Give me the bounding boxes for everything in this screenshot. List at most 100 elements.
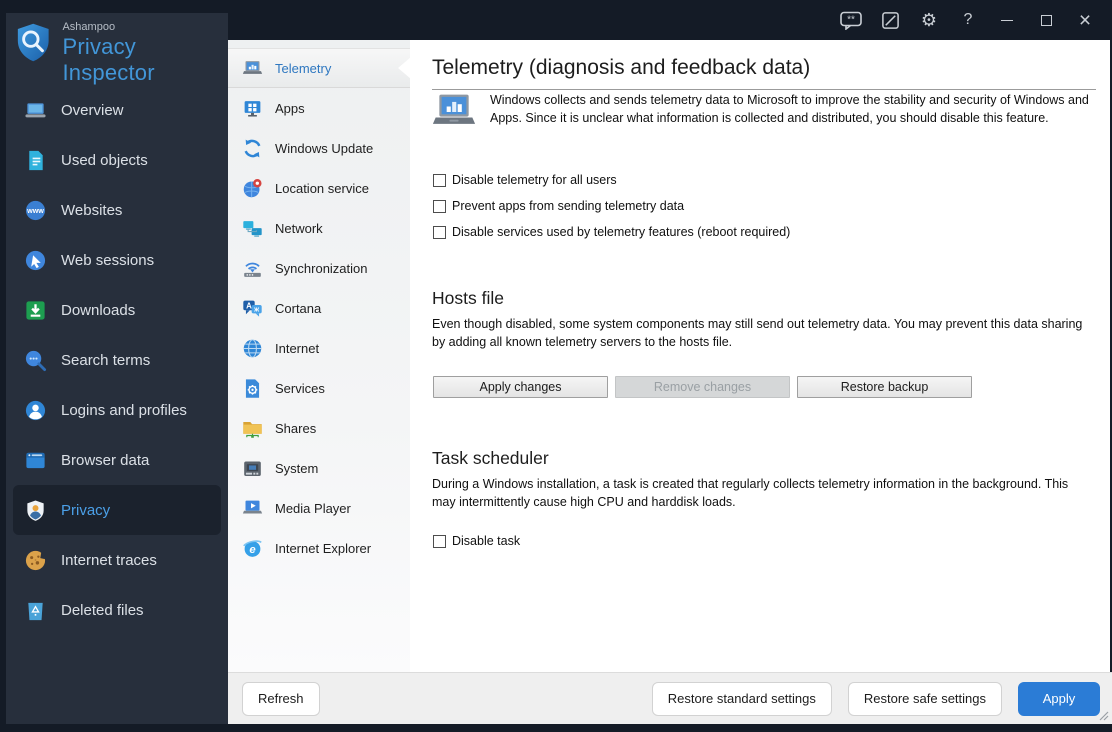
subnav-item-label: Services [275,380,325,396]
checkbox-label: Disable services used by telemetry featu… [452,225,791,239]
close-button[interactable]: × [1072,7,1098,33]
checkbox-disable-services[interactable]: Disable services used by telemetry featu… [433,225,790,239]
sidebar-item-privacy[interactable]: Privacy [13,485,221,535]
sidebar-item-browser-data[interactable]: Browser data [6,435,228,485]
hosts-file-heading: Hosts file [432,288,504,308]
apply-changes-button[interactable]: Apply changes [433,376,608,398]
globe-icon [243,338,262,358]
sidebar-item-used-objects[interactable]: Used objects [6,135,228,185]
checkbox-label: Disable task [452,534,521,548]
subnav-item-label: Windows Update [275,140,374,156]
restore-safe-settings-button[interactable]: Restore safe settings [847,681,1002,716]
subnav-item-label: Internet [275,340,320,356]
checkbox-prevent-apps[interactable]: Prevent apps from sending telemetry data [433,199,684,213]
sidebar-item-label: Websites [61,201,123,219]
document-icon [29,150,43,170]
download-icon [26,300,45,320]
task-scheduler-description: During a Windows installation, a task is… [432,477,1069,509]
subnav-item-system[interactable]: System [228,448,410,488]
resize-grip[interactable] [1099,711,1109,721]
subnav-item-label: Apps [275,100,305,116]
checkbox-disable-telemetry[interactable]: Disable telemetry for all users [433,173,617,187]
sidebar-item-label: Search terms [61,351,151,369]
notes-icon[interactable] [877,7,903,33]
subnav-item-label: Internet Explorer [275,540,372,556]
sidebar-item-deleted-files[interactable]: Deleted files [6,585,228,635]
sidebar-item-logins-profiles[interactable]: Logins and profiles [6,385,228,435]
www-globe-icon: www [25,200,46,220]
sidebar-item-web-sessions[interactable]: Web sessions [6,235,228,285]
sidebar-item-label: Deleted files [61,601,144,619]
checkbox-box[interactable] [433,534,446,548]
svg-text:www: www [26,207,44,215]
cortana-icon: Aж [243,300,262,317]
checkbox-box[interactable] [433,225,446,239]
sync-router-icon [244,262,261,277]
subnav-item-label: Telemetry [275,60,332,76]
subnav-item-label: System [275,460,319,476]
subnav-item-label: Cortana [275,300,322,316]
task-scheduler-heading: Task scheduler [432,448,549,468]
shared-folder-icon [243,421,262,438]
footer-actions: Restore standard settings Restore safe s… [651,681,1100,716]
network-icon [243,220,262,237]
telemetry-icon [242,60,263,74]
recycle-bin-icon [28,602,43,620]
telemetry-laptop-icon [432,94,476,124]
sidebar-item-overview[interactable]: Overview [6,85,228,135]
subnav-item-network[interactable]: Network [228,208,410,248]
services-gear-doc-icon [245,378,260,398]
update-arrows-icon [244,139,261,157]
subnav-item-windows-update[interactable]: Windows Update [228,128,410,168]
sidebar-item-label: Internet traces [61,551,157,569]
checkbox-box[interactable] [433,199,446,213]
subnav-item-apps[interactable]: Apps [228,88,410,128]
cursor-globe-icon [25,250,46,270]
app-logo: Ashampoo Privacy Inspector [6,13,228,85]
checkbox-label: Prevent apps from sending telemetry data [452,199,685,213]
help-icon[interactable]: ? [955,7,981,33]
sidebar-item-downloads[interactable]: Downloads [6,285,228,335]
location-icon [243,178,262,197]
checkbox-disable-task[interactable]: Disable task [433,534,520,548]
privacy-shield-icon [27,499,44,521]
overview-icon [25,102,46,117]
sidebar-item-websites[interactable]: www Websites [6,185,228,235]
subnav-item-location-service[interactable]: Location service [228,168,410,208]
settings-gear-icon[interactable]: ⚙ [916,7,942,33]
hosts-file-buttons: Apply changes Remove changes Restore bac… [433,376,972,398]
subnav-item-label: Network [275,220,323,236]
subnav-item-telemetry[interactable]: Telemetry [228,48,410,88]
app-name: Privacy Inspector [62,34,155,85]
left-sidebar: Ashampoo Privacy Inspector Overview Used… [6,13,228,724]
feedback-icon[interactable]: ** [838,7,864,33]
subnav-item-shares[interactable]: Shares [228,408,410,448]
restore-standard-settings-button[interactable]: Restore standard settings [651,681,832,716]
shield-logo-icon [17,23,49,62]
svg-text:e: e [249,543,255,555]
remove-changes-button: Remove changes [615,376,790,398]
subnav-item-label: Media Player [275,500,351,516]
telemetry-intro: Windows collects and sends telemetry dat… [432,92,1102,132]
restore-backup-button[interactable]: Restore backup [797,376,972,398]
footer-bar: Refresh Restore standard settings Restor… [228,672,1112,724]
subnav-item-internet[interactable]: Internet [228,328,410,368]
sidebar-item-internet-traces[interactable]: Internet traces [6,535,228,585]
subnav-item-cortana[interactable]: Aж Cortana [228,288,410,328]
telemetry-description: Windows collects and sends telemetry dat… [490,93,1089,125]
minimize-button[interactable] [994,7,1020,33]
checkbox-box[interactable] [433,173,446,187]
subnav-item-internet-explorer[interactable]: e Internet Explorer [228,528,410,568]
apps-icon [244,100,261,117]
subnav-item-synchronization[interactable]: Synchronization [228,248,410,288]
apply-button[interactable]: Apply [1018,681,1100,716]
system-drive-icon [244,461,261,476]
subnav-item-services[interactable]: Services [228,368,410,408]
sidebar-item-search-terms[interactable]: Search terms [6,335,228,385]
svg-text:**: ** [847,14,855,25]
subnav-item-label: Shares [275,420,317,436]
maximize-button[interactable] [1033,7,1059,33]
subnav-item-media-player[interactable]: Media Player [228,488,410,528]
refresh-button[interactable]: Refresh [242,681,320,716]
sidebar-item-label: Browser data [61,451,150,469]
